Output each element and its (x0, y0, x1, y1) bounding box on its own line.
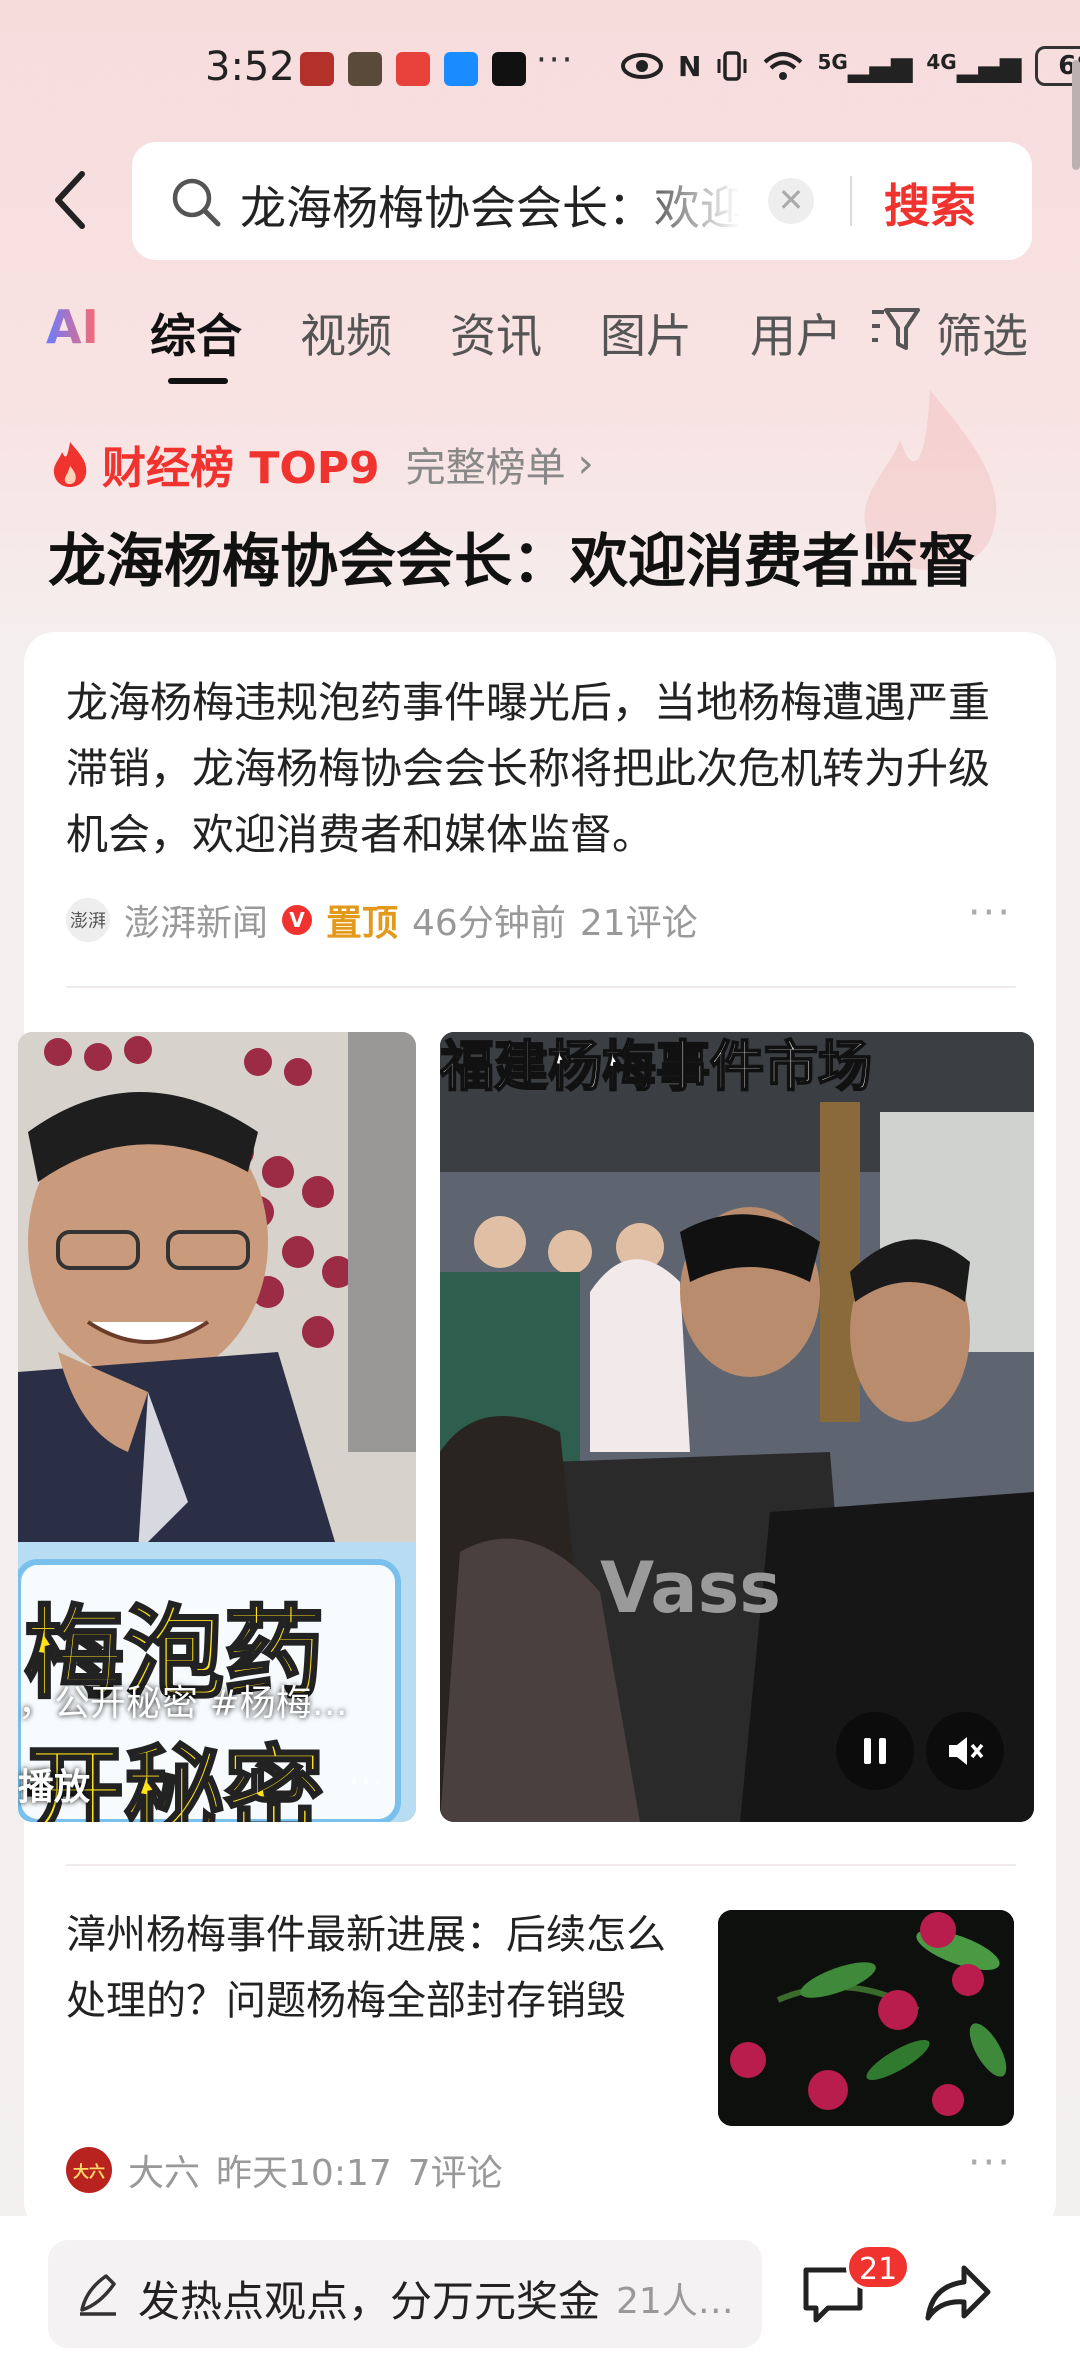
ranking-row[interactable]: 财经榜 TOP9 完整榜单 › (50, 432, 594, 496)
fire-icon (53, 442, 87, 487)
pinned-label: 置顶 (326, 903, 399, 944)
scroll-indicator (1072, 60, 1080, 170)
filter-icon[interactable] (868, 304, 922, 354)
chevron-right-icon: › (577, 441, 594, 487)
wifi-icon (764, 52, 803, 80)
app-notification-icon (444, 52, 478, 86)
signal-5g-icon: 5G▂▄▆ (817, 49, 913, 83)
chevron-left-icon (55, 171, 85, 229)
search-button[interactable]: 搜索 (884, 170, 976, 236)
tab-news[interactable]: 资讯 (450, 300, 542, 366)
tiktok-icon (492, 52, 526, 86)
full-ranking-link[interactable]: 完整榜单 (406, 435, 566, 493)
status-bar: 3:52 ··· N 5G▂▄▆ 4G▂▄▆ 68 (0, 0, 1080, 170)
article-meta: 大六 大六 昨天10:17 7评论 (66, 2144, 503, 2196)
source-avatar[interactable]: 澎湃 (66, 898, 110, 942)
publish-time: 46分钟前 (412, 903, 566, 944)
comment-placeholder: 发热点观点，分万元奖金 (138, 2277, 601, 2326)
tab-comprehensive[interactable]: 综合 (150, 300, 242, 366)
eye-icon (621, 53, 663, 79)
results-card: 龙海杨梅违规泡药事件曝光后，当地杨梅遭遇严重滞销，龙海杨梅协会会长称将把此次危机… (18, 632, 1056, 2232)
tab-users[interactable]: 用户 (750, 300, 842, 366)
participant-count: 21人… (616, 2281, 734, 2322)
status-time: 3:52 (205, 44, 295, 90)
app-notification-icon (300, 52, 334, 86)
search-input[interactable]: 龙海杨梅协会会长：欢迎 (240, 172, 740, 238)
article-title[interactable]: 漳州杨梅事件最新进展：后续怎么处理的？问题杨梅全部封存销毁 (66, 1902, 666, 2034)
tab-images[interactable]: 图片 (600, 300, 692, 366)
share-icon[interactable] (924, 2262, 992, 2324)
article-meta: 澎湃 澎湃新闻 V 置顶 46分钟前 21评论 (66, 894, 698, 946)
source-name[interactable]: 澎湃新闻 (124, 894, 268, 946)
signal-4g-icon: 4G▂▄▆ (926, 49, 1022, 83)
thumbnail-more: … (348, 1752, 384, 1793)
tab-filter[interactable]: 筛选 (936, 300, 1028, 366)
mute-button[interactable] (926, 1712, 1004, 1790)
video-thumbnail-left[interactable]: 梅泡药 开秘密 ，公开秘密 #杨梅… 播放 … (18, 1032, 416, 1822)
search-divider (850, 176, 852, 226)
divider (66, 986, 1016, 988)
bayberry-photo (718, 1910, 1014, 2126)
svg-text:Vass: Vass (600, 1547, 781, 1629)
publish-time: 昨天10:17 (216, 2153, 392, 2194)
video-banner-text: 福建杨梅事件市场 (440, 1034, 873, 1099)
source-name[interactable]: 大六 (128, 2144, 200, 2196)
pen-icon (80, 2274, 116, 2316)
system-icons: N 5G▂▄▆ 4G▂▄▆ 68 (620, 46, 1080, 86)
play-label: 播放 (18, 1767, 91, 1808)
pause-icon (864, 1738, 886, 1764)
comment-count: 7评论 (407, 2153, 503, 2194)
category-tabs: AI 综合 视频 资讯 图片 用户 筛选 (0, 300, 1080, 390)
article-summary[interactable]: 龙海杨梅违规泡药事件曝光后，当地杨梅遭遇严重滞销，龙海杨梅协会会长称将把此次危机… (66, 670, 1016, 868)
vibrate-icon (717, 51, 747, 81)
divider (66, 1864, 1016, 1866)
clear-search-button[interactable]: ✕ (768, 178, 814, 224)
tab-video[interactable]: 视频 (300, 300, 392, 366)
comment-count-badge: 21 (846, 2244, 911, 2290)
more-notifications-icon: ··· (536, 40, 575, 80)
pause-button[interactable] (836, 1712, 914, 1790)
more-options-button[interactable]: ··· (968, 2140, 1012, 2186)
verified-badge-icon: V (282, 905, 313, 935)
comment-count: 21评论 (579, 903, 698, 944)
nfc-icon: N (678, 49, 702, 83)
source-avatar[interactable]: 大六 (66, 2147, 112, 2193)
back-button[interactable] (40, 160, 100, 240)
article-thumbnail[interactable] (718, 1910, 1014, 2126)
video-frame: Vass (440, 1032, 1034, 1822)
tab-ai[interactable]: AI (46, 300, 99, 354)
bottom-bar: 发热点观点，分万元奖金 21人… 21 (0, 2216, 1080, 2376)
search-icon (172, 178, 221, 227)
muted-speaker-icon (949, 1737, 984, 1765)
search-bar[interactable]: 龙海杨梅协会会长：欢迎 ✕ 搜索 (132, 142, 1032, 260)
app-notification-icon (348, 52, 382, 86)
comment-input[interactable]: 发热点观点，分万元奖金 21人… (48, 2240, 762, 2348)
page-title: 龙海杨梅协会会长：欢迎消费者监督 (48, 527, 977, 595)
app-notification-icon (396, 52, 430, 86)
more-options-button[interactable]: ··· (968, 890, 1012, 936)
video-player[interactable]: Vass 福建杨梅事件市场 (440, 1032, 1034, 1822)
active-tab-indicator (168, 378, 228, 384)
ranking-title: 财经榜 TOP9 (102, 443, 380, 494)
notification-icons (300, 52, 526, 86)
thumbnail-caption-line: ，公开秘密 #杨梅… (18, 1683, 348, 1724)
